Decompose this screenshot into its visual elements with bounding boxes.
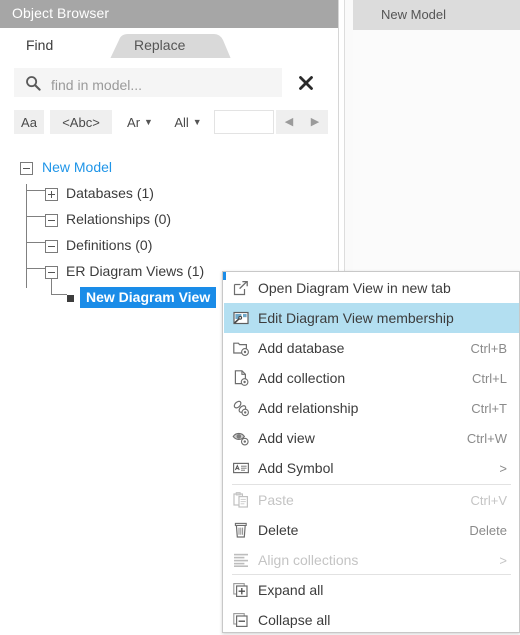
chevron-down-icon: ▼ [144,116,153,127]
search-row [0,59,338,105]
find-previous-button[interactable]: ◀ [276,110,302,134]
open-in-new-tab-icon [232,279,250,297]
tree-toggle-definitions[interactable] [45,240,58,253]
search-input[interactable] [49,69,278,100]
menu-item-add-database[interactable]: Add database Ctrl+B [224,333,519,363]
menu-shortcut: Ctrl+L [471,370,507,386]
tree-label-databases: Databases (1) [66,185,154,201]
editor-tabstrip: New Model [353,0,520,30]
tree-row[interactable]: New Model [0,158,338,180]
find-next-button[interactable]: ▶ [302,110,328,134]
menu-label: Add relationship [258,400,359,416]
expand-all-icon [232,581,250,599]
tree-row[interactable]: Databases (1) [0,184,338,206]
menu-label: Add database [258,340,345,356]
menu-label: Add collection [258,370,346,386]
editor-tab-new-model[interactable]: New Model [381,7,446,22]
result-count-field [214,110,274,134]
menu-label: Edit Diagram View membership [258,310,454,326]
search-box[interactable] [14,68,282,100]
close-glyph [299,76,313,90]
object-browser-title-bar: Object Browser [0,0,338,28]
menu-item-add-view[interactable]: Add view Ctrl+W [224,423,519,453]
whole-tag-button[interactable]: <Abc> [50,110,112,134]
tree-label-er-diagram-views: ER Diagram Views (1) [66,263,205,279]
add-relationship-icon [232,399,250,417]
menu-item-paste[interactable]: Paste Ctrl+V [224,485,519,515]
tree-row[interactable]: Definitions (0) [0,236,338,258]
tab-find-label: Find [26,37,54,53]
add-view-icon [232,429,250,447]
scope-label: All [174,114,189,130]
menu-label: Align collections [258,552,359,568]
menu-shortcut: Ctrl+W [466,430,507,446]
menu-label: Add view [258,430,315,446]
menu-item-add-collection[interactable]: Add collection Ctrl+L [224,363,519,393]
menu-shortcut: Ctrl+T [471,400,507,416]
menu-item-align-collections[interactable]: Align collections > [224,545,519,575]
menu-label: Expand all [258,582,324,598]
menu-item-open-diagram-view-in-new-tab[interactable]: Open Diagram View in new tab [224,273,519,303]
menu-item-edit-diagram-view-membership[interactable]: Edit Diagram View membership [224,303,519,333]
submenu-arrow-icon: > [499,552,507,568]
submenu-arrow-icon: > [499,460,507,476]
menu-label: Add Symbol [258,460,334,476]
tree-label-new-model: New Model [42,159,113,175]
match-case-label: Aa [21,114,37,130]
align-icon [232,551,250,569]
tree-label-new-diagram-view: New Diagram View [80,287,217,308]
language-label: Ar [127,114,141,130]
tree-toggle-new-model[interactable] [20,162,33,175]
tree-toggle-databases[interactable] [45,188,58,201]
menu-label: Collapse all [258,612,331,628]
menu-label: Open Diagram View in new tab [258,280,451,296]
context-menu[interactable]: Open Diagram View in new tab Edit Diagra… [222,271,520,633]
menu-item-add-symbol[interactable]: Add Symbol > [224,453,519,483]
menu-item-add-relationship[interactable]: Add relationship Ctrl+T [224,393,519,423]
tree-leaf-bullet-icon [67,295,74,302]
page-title: Object Browser [12,5,110,21]
menu-item-collapse-all[interactable]: Collapse all [224,605,519,635]
chevron-left-icon: ◀ [284,115,294,128]
paste-icon [232,491,250,509]
edit-membership-icon [232,309,250,327]
language-dropdown[interactable]: Ar ▼ [118,110,162,134]
tab-replace[interactable]: Replace [110,32,232,59]
scope-dropdown[interactable]: All ▼ [166,110,210,134]
menu-shortcut: Ctrl+V [470,492,507,508]
match-case-button[interactable]: Aa [14,110,44,134]
tab-replace-label: Replace [134,37,186,53]
menu-item-delete[interactable]: Delete Delete [224,515,519,545]
chevron-right-icon: ▶ [310,115,320,128]
add-symbol-icon [232,459,250,477]
tree-label-relationships: Relationships (0) [66,211,172,227]
menu-label: Paste [258,492,294,508]
menu-item-expand-all[interactable]: Expand all [224,575,519,605]
tree-toggle-relationships[interactable] [45,214,58,227]
trash-icon [232,521,250,539]
tree-label-definitions: Definitions (0) [66,237,153,253]
tree-toggle-er-diagram-views[interactable] [45,266,58,279]
search-options-row: Aa <Abc> Ar ▼ All ▼ ◀ ▶ [0,108,338,138]
tab-find-shape [2,32,122,59]
whole-tag-label: <Abc> [62,114,100,130]
menu-label: Delete [258,522,299,538]
tree-row[interactable]: Relationships (0) [0,210,338,232]
close-icon[interactable] [296,73,316,93]
chevron-down-icon: ▼ [192,116,202,127]
find-replace-tabstrip: Find Replace [0,28,338,59]
menu-shortcut: Delete [469,522,507,538]
tab-find[interactable]: Find [2,32,124,59]
collapse-all-icon [232,611,250,629]
menu-shortcut: Ctrl+B [470,340,507,356]
add-database-icon [232,339,250,357]
search-icon [25,75,41,91]
add-collection-icon [232,369,250,387]
